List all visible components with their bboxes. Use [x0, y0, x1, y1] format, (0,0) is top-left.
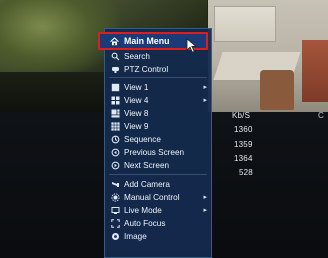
- image-icon: [111, 232, 120, 241]
- bitrate-value: 528: [239, 168, 253, 177]
- menu-item-manual-control[interactable]: Manual Control ▸: [105, 191, 211, 203]
- search-icon: [111, 52, 120, 61]
- context-menu: Search PTZ Control View 1 ▸ View 4 ▸ Vie…: [104, 28, 212, 258]
- menu-item-label: View 9: [124, 121, 149, 131]
- next-screen-icon: [111, 161, 120, 170]
- menu-item-label: View 1: [124, 82, 149, 92]
- office-window-shape: [214, 6, 276, 42]
- menu-item-view-1[interactable]: View 1 ▸: [105, 81, 211, 93]
- home-icon: [110, 36, 119, 46]
- view4-icon: [111, 96, 120, 105]
- ptz-icon: [111, 65, 120, 74]
- bitrate-value: 1360: [234, 125, 253, 134]
- bitrate-value: 1364: [234, 154, 253, 163]
- menu-item-ptz-control[interactable]: PTZ Control: [105, 63, 211, 75]
- main-menu-label: Main Menu: [124, 36, 170, 46]
- menu-item-view-4[interactable]: View 4 ▸: [105, 94, 211, 106]
- add-camera-icon: [111, 180, 120, 189]
- menu-item-label: Add Camera: [124, 179, 170, 189]
- menu-separator: [109, 77, 207, 78]
- menu-item-previous-screen[interactable]: Previous Screen: [105, 146, 211, 158]
- menu-item-image[interactable]: Image: [105, 230, 211, 242]
- menu-separator: [109, 174, 207, 175]
- nvr-live-view: Kb/S C 1360 1359 1364 528 Search PTZ Con…: [0, 0, 328, 258]
- menu-item-label: PTZ Control: [124, 64, 169, 74]
- submenu-arrow-icon: ▸: [203, 97, 207, 104]
- menu-item-label: Auto Focus: [124, 218, 166, 228]
- bitrate-value: 1359: [234, 140, 253, 149]
- menu-item-sequence[interactable]: Sequence: [105, 133, 211, 145]
- menu-item-auto-focus[interactable]: Auto Focus: [105, 217, 211, 229]
- menu-item-live-mode[interactable]: Live Mode ▸: [105, 204, 211, 216]
- menu-item-view-9[interactable]: View 9: [105, 120, 211, 132]
- office-cabinet-shape: [302, 40, 328, 102]
- view1-icon: [111, 83, 120, 92]
- menu-item-label: View 8: [124, 108, 149, 118]
- sequence-icon: [111, 135, 120, 144]
- menu-item-add-camera[interactable]: Add Camera: [105, 178, 211, 190]
- office-chair-shape: [260, 70, 294, 110]
- camera-feed-office[interactable]: [208, 0, 328, 112]
- view9-icon: [111, 121, 120, 131]
- auto-focus-icon: [111, 218, 120, 228]
- menu-item-label: Next Screen: [124, 160, 170, 170]
- submenu-arrow-icon: ▸: [203, 84, 207, 91]
- next-column-header: C: [318, 111, 324, 120]
- mouse-cursor-icon: [186, 38, 198, 53]
- view8-icon: [111, 109, 120, 118]
- menu-item-label: Manual Control: [124, 192, 180, 202]
- previous-screen-icon: [111, 148, 120, 157]
- manual-control-icon: [111, 192, 120, 202]
- menu-item-next-screen[interactable]: Next Screen: [105, 159, 211, 171]
- submenu-arrow-icon: ▸: [203, 207, 207, 214]
- live-mode-icon: [111, 206, 120, 215]
- menu-item-label: View 4: [124, 95, 149, 105]
- submenu-arrow-icon: ▸: [203, 194, 207, 201]
- menu-item-label: Previous Screen: [124, 147, 185, 157]
- bitrate-column-header: Kb/S: [232, 111, 251, 120]
- menu-item-view-8[interactable]: View 8: [105, 107, 211, 119]
- menu-item-label: Image: [124, 231, 147, 241]
- menu-item-label: Live Mode: [124, 205, 162, 215]
- menu-item-label: Sequence: [124, 134, 161, 144]
